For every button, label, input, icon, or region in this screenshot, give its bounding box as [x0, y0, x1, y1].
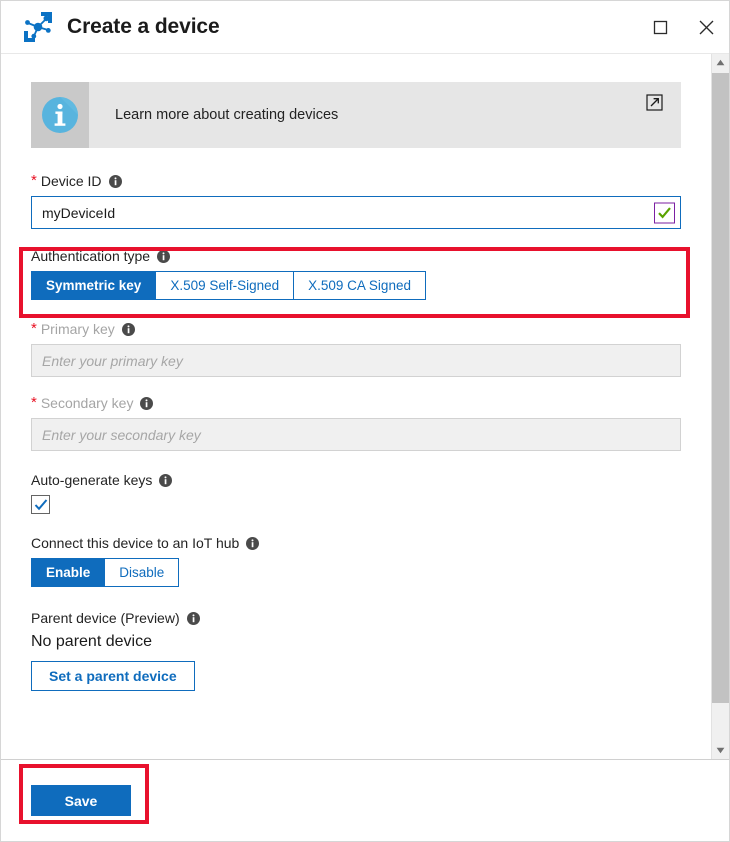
primary-key-field-group: * Primary key	[31, 320, 681, 377]
connect-option-disable[interactable]: Disable	[105, 559, 179, 586]
auto-generate-keys-label-row: Auto-generate keys	[31, 471, 681, 489]
dialog-body: Learn more about creating devices * Devi…	[1, 54, 729, 759]
set-parent-device-button[interactable]: Set a parent device	[31, 661, 195, 691]
required-marker: *	[31, 394, 37, 411]
form-content: Learn more about creating devices * Devi…	[1, 54, 711, 759]
maximize-icon[interactable]	[637, 5, 683, 49]
info-icon[interactable]	[246, 536, 260, 550]
required-marker: *	[31, 172, 37, 189]
authentication-type-field-group: Authentication type Symmetric key X.509 …	[31, 247, 681, 300]
chevron-down-icon[interactable]	[712, 742, 729, 759]
secondary-key-label-row: * Secondary key	[31, 394, 681, 412]
titlebar: Create a device	[1, 1, 729, 54]
create-device-dialog: Create a device Learn more about creatin…	[0, 0, 730, 842]
connect-option-enable[interactable]: Enable	[32, 559, 106, 586]
parent-device-field-group: Parent device (Preview) No parent device…	[31, 609, 681, 691]
connect-to-hub-field-group: Connect this device to an IoT hub Enable…	[31, 534, 681, 587]
info-icon[interactable]	[108, 174, 122, 188]
auto-generate-keys-label: Auto-generate keys	[31, 472, 153, 488]
close-icon[interactable]	[683, 5, 729, 49]
info-icon[interactable]	[159, 473, 173, 487]
primary-key-input[interactable]	[31, 344, 681, 377]
secondary-key-label: Secondary key	[40, 395, 134, 411]
auth-option-x509-ca-signed[interactable]: X.509 CA Signed	[294, 272, 425, 299]
chevron-up-icon[interactable]	[712, 54, 729, 71]
info-icon[interactable]	[121, 322, 135, 336]
info-banner: Learn more about creating devices	[31, 82, 681, 148]
device-id-label: Device ID	[40, 173, 102, 189]
device-id-label-row: * Device ID	[31, 172, 681, 190]
parent-device-label: Parent device (Preview)	[31, 610, 180, 626]
primary-key-label-row: * Primary key	[31, 320, 681, 338]
primary-key-label: Primary key	[40, 321, 115, 337]
device-id-input[interactable]	[31, 196, 681, 229]
authentication-type-segmented-control: Symmetric key X.509 Self-Signed X.509 CA…	[31, 271, 426, 300]
dialog-footer: Save	[1, 759, 729, 841]
scrollbar-thumb[interactable]	[712, 73, 729, 703]
authentication-type-label-row: Authentication type	[31, 247, 681, 265]
save-button[interactable]: Save	[31, 785, 131, 816]
auth-option-symmetric-key[interactable]: Symmetric key	[32, 272, 157, 299]
checkmark-icon	[654, 202, 675, 223]
info-banner-label: Learn more about creating devices	[115, 107, 339, 123]
secondary-key-input[interactable]	[31, 418, 681, 451]
checkmark-icon	[34, 498, 47, 510]
info-icon[interactable]	[140, 396, 154, 410]
device-id-field-group: * Device ID	[31, 172, 681, 229]
auto-generate-keys-checkbox[interactable]	[31, 495, 50, 514]
iot-device-icon	[21, 10, 55, 44]
auth-option-x509-self-signed[interactable]: X.509 Self-Signed	[156, 272, 295, 299]
external-link-icon[interactable]	[627, 82, 681, 148]
secondary-key-field-group: * Secondary key	[31, 394, 681, 451]
connect-to-hub-label-row: Connect this device to an IoT hub	[31, 534, 681, 552]
connect-to-hub-segmented-control: Enable Disable	[31, 558, 180, 587]
info-icon[interactable]	[186, 611, 200, 625]
parent-device-value: No parent device	[31, 633, 152, 650]
info-circle-icon	[31, 82, 89, 148]
connect-to-hub-label: Connect this device to an IoT hub	[31, 535, 240, 551]
page-title: Create a device	[67, 15, 220, 38]
authentication-type-label: Authentication type	[31, 248, 151, 264]
info-icon[interactable]	[157, 249, 171, 263]
vertical-scrollbar[interactable]	[711, 54, 729, 759]
device-id-input-wrap	[31, 196, 681, 229]
required-marker: *	[31, 320, 37, 337]
parent-device-label-row: Parent device (Preview)	[31, 609, 681, 627]
auto-generate-keys-field-group: Auto-generate keys	[31, 471, 681, 514]
